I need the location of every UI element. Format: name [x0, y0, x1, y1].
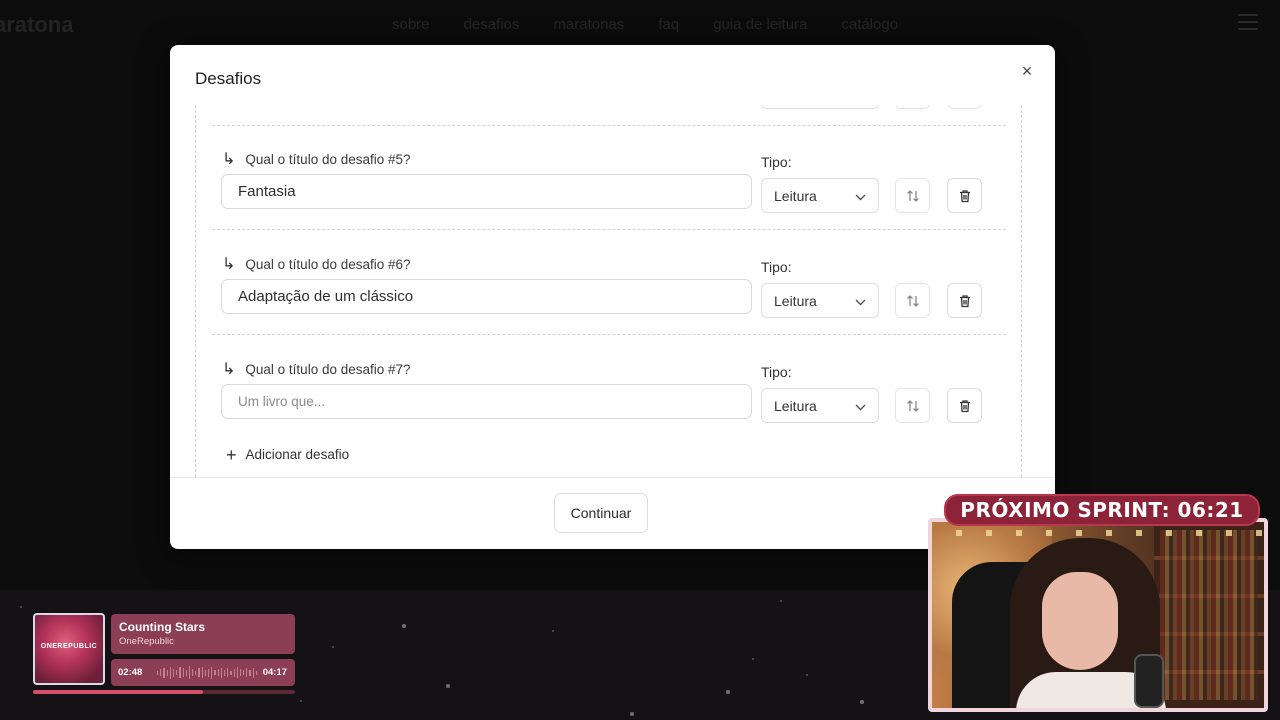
- background-nav-link: desafios: [463, 16, 520, 33]
- webcam-books: [1160, 530, 1258, 700]
- sparkle-star-icon: [20, 606, 22, 608]
- type-label: Tipo:: [761, 154, 792, 170]
- trash-icon: [957, 293, 973, 309]
- modal-footer: Continuar: [170, 477, 1055, 549]
- chevron-down-icon: [855, 188, 866, 204]
- challenges-modal: Desafios × ↳ Qual o título do desafio #5?…: [170, 45, 1055, 549]
- background-nav-links: sobre desafios maratonas faq guia de leitura…: [392, 16, 898, 33]
- type-select[interactable]: Leitura: [761, 178, 879, 213]
- album-cover-text: ONEREPUBLIC: [40, 643, 98, 650]
- challenge-row: ↳ Qual o título do desafio #6? Tipo: Leitur…: [196, 230, 1021, 334]
- background-logo: aratona: [0, 12, 74, 37]
- partial-challenge-row: [196, 105, 1021, 125]
- waveform-icon: [157, 666, 257, 679]
- sparkle-star-icon: [402, 624, 406, 628]
- playback-progress-fill: [33, 690, 204, 694]
- sparkle-star-icon: [752, 658, 754, 660]
- type-label: Tipo:: [761, 364, 792, 380]
- background-nav-link: maratonas: [553, 16, 625, 33]
- sparkle-star-icon: [300, 700, 302, 702]
- type-select-value: Leitura: [774, 397, 817, 414]
- challenge-row: ↳ Qual o título do desafio #5? Tipo: Leitur…: [196, 125, 1021, 229]
- microphone-icon: [1134, 654, 1164, 708]
- modal-title: Desafios: [195, 69, 262, 88]
- subdirectory-arrow-icon: ↳: [222, 151, 236, 168]
- background-nav-link: catálogo: [841, 16, 899, 33]
- webcam-feed: [928, 518, 1268, 712]
- type-select[interactable]: Leitura: [761, 388, 879, 423]
- sparkle-star-icon: [780, 600, 782, 602]
- background-nav-link: faq: [658, 16, 680, 33]
- subdirectory-arrow-icon: ↳: [222, 361, 236, 378]
- current-time: 02:48: [118, 667, 143, 678]
- reorder-button[interactable]: [895, 388, 930, 423]
- sort-arrows-icon: [905, 398, 921, 414]
- background-nav-link: sobre: [392, 16, 430, 33]
- challenge-question-label: ↳ Qual o título do desafio #6?: [222, 254, 411, 274]
- hamburger-menu-icon: [1238, 14, 1258, 30]
- partial-delete-button: [947, 105, 982, 109]
- sparkle-star-icon: [806, 674, 808, 676]
- song-artist: OneRepublic: [119, 636, 174, 647]
- chevron-down-icon: [855, 398, 866, 414]
- reorder-button[interactable]: [895, 178, 930, 213]
- song-title: Counting Stars: [119, 620, 205, 634]
- add-challenge-label: Adicionar desafio: [245, 447, 350, 462]
- type-select-value: Leitura: [774, 292, 817, 309]
- sparkle-star-icon: [726, 690, 730, 694]
- challenge-question-text: Qual o título do desafio #6?: [245, 256, 411, 272]
- reorder-button[interactable]: [895, 283, 930, 318]
- add-challenge-button[interactable]: + Adicionar desafio: [226, 444, 350, 465]
- partial-sort-button: [895, 105, 930, 109]
- sparkle-star-icon: [446, 684, 450, 688]
- challenge-question-label: ↳ Qual o título do desafio #7?: [222, 359, 411, 379]
- trash-icon: [957, 398, 973, 414]
- challenges-scroll-area[interactable]: ↳ Qual o título do desafio #5? Tipo: Leitur…: [195, 105, 1022, 477]
- challenge-title-input[interactable]: [221, 279, 752, 314]
- delete-challenge-button[interactable]: [947, 283, 982, 318]
- challenge-title-input[interactable]: [221, 174, 752, 209]
- background-nav-link: guia de leitura: [713, 16, 808, 33]
- trash-icon: [957, 188, 973, 204]
- challenge-title-input[interactable]: [221, 384, 752, 419]
- background-navbar: aratona sobre desafios maratonas faq guia de…: [0, 0, 1280, 48]
- sparkle-star-icon: [332, 646, 334, 648]
- sparkle-star-icon: [630, 712, 634, 716]
- delete-challenge-button[interactable]: [947, 178, 982, 213]
- sparkle-star-icon: [860, 700, 864, 704]
- continue-button[interactable]: Continuar: [554, 493, 648, 533]
- sparkle-star-icon: [552, 630, 554, 632]
- album-cover: ONEREPUBLIC: [33, 613, 105, 685]
- plus-icon: +: [226, 444, 237, 465]
- challenge-question-text: Qual o título do desafio #7?: [245, 361, 411, 377]
- type-select[interactable]: Leitura: [761, 283, 879, 318]
- playback-time-box: 02:48 04:17: [111, 659, 295, 686]
- challenge-row: ↳ Qual o título do desafio #7? Tipo: Leitur…: [196, 335, 1021, 439]
- partial-type-select: [761, 105, 879, 109]
- chevron-down-icon: [855, 293, 866, 309]
- close-icon[interactable]: ×: [1017, 61, 1037, 81]
- type-select-value: Leitura: [774, 187, 817, 204]
- now-playing-info: Counting Stars OneRepublic: [111, 614, 295, 654]
- type-label: Tipo:: [761, 259, 792, 275]
- webcam-streamer-face: [1042, 572, 1118, 670]
- playback-progress-bar: [33, 690, 295, 694]
- sort-arrows-icon: [905, 293, 921, 309]
- challenge-question-label: ↳ Qual o título do desafio #5?: [222, 149, 411, 169]
- string-lights: [932, 530, 1264, 536]
- subdirectory-arrow-icon: ↳: [222, 256, 236, 273]
- challenge-question-text: Qual o título do desafio #5?: [245, 151, 411, 167]
- sort-arrows-icon: [905, 188, 921, 204]
- delete-challenge-button[interactable]: [947, 388, 982, 423]
- sprint-timer: PRÓXIMO SPRINT: 06:21: [944, 494, 1260, 526]
- total-time: 04:17: [262, 667, 287, 678]
